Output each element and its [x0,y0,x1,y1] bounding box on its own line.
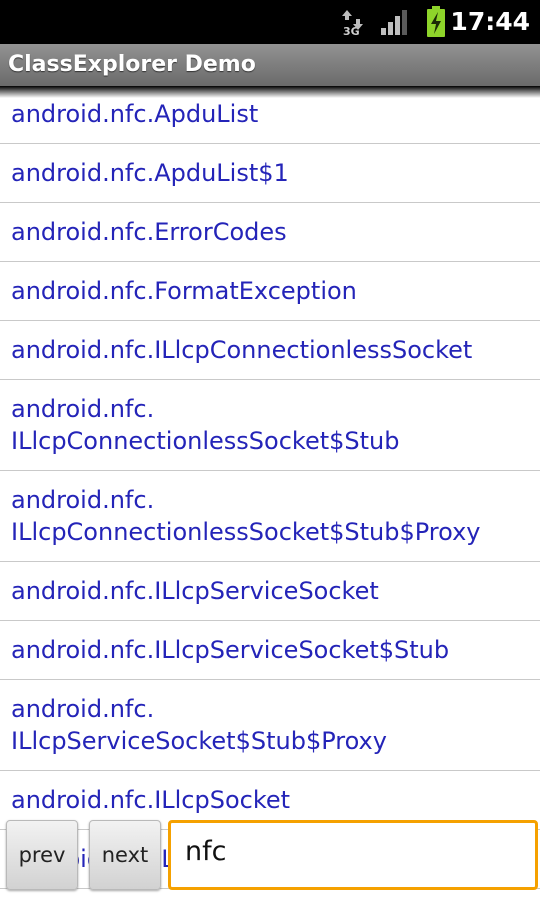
list-item-label: android.nfc.FormatException [11,277,357,305]
list-item[interactable]: android.nfc.FormatException [0,262,540,321]
class-list[interactable]: android.nfc.ApduList android.nfc.ApduList… [0,86,540,900]
list-item[interactable]: android.nfc.ILlcpServiceSocket$Stub [0,621,540,680]
prev-button[interactable]: prev [6,820,78,890]
app-title: ClassExplorer Demo [8,52,256,77]
status-bar: 3G 17:44 [0,0,540,44]
list-item[interactable]: android.nfc.ApduList$1 [0,144,540,203]
list-item-label: android.nfc. ILlcpConnectionlessSocket$S… [11,395,400,455]
status-clock: 17:44 [450,7,530,36]
list-item-label: android.nfc. ILlcpServiceSocket$Stub$Pro… [11,695,387,755]
battery-charging-icon [425,6,447,42]
list-item[interactable]: android.nfc.ErrorCodes [0,203,540,262]
list-item-label: android.nfc.ILlcpSocket [11,786,291,814]
list-item[interactable]: android.nfc.ILlcpConnectionlessSocket [0,321,540,380]
title-bar-shadow [0,86,540,98]
list-item-label: android.nfc.ErrorCodes [11,218,287,246]
class-list-content: android.nfc.ApduList android.nfc.ApduList… [0,86,540,889]
list-item[interactable]: android.nfc. ILlcpConnectionlessSocket$S… [0,380,540,471]
list-item-label: android.nfc.ILlcpServiceSocket [11,577,379,605]
next-button[interactable]: next [89,820,161,890]
list-item-label: android.nfc.ApduList [11,100,259,128]
3g-data-icon: 3G [340,8,364,42]
app-screen: 3G 17:44 ClassExplorer Demo android.nfc.… [0,0,540,900]
list-item-label: android.nfc.ApduList$1 [11,159,289,187]
signal-strength-icon [380,8,410,40]
list-item-label: android.nfc.ILlcpServiceSocket$Stub [11,636,450,664]
search-input[interactable] [168,820,538,890]
list-item[interactable]: android.nfc. ILlcpConnectionlessSocket$S… [0,471,540,562]
app-title-bar: ClassExplorer Demo [0,44,540,86]
list-item[interactable]: android.nfc. ILlcpServiceSocket$Stub$Pro… [0,680,540,771]
list-item[interactable]: android.nfc.ILlcpServiceSocket [0,562,540,621]
list-item-label: android.nfc.ILlcpConnectionlessSocket [11,336,473,364]
list-item-label: android.nfc. ILlcpConnectionlessSocket$S… [11,486,481,546]
